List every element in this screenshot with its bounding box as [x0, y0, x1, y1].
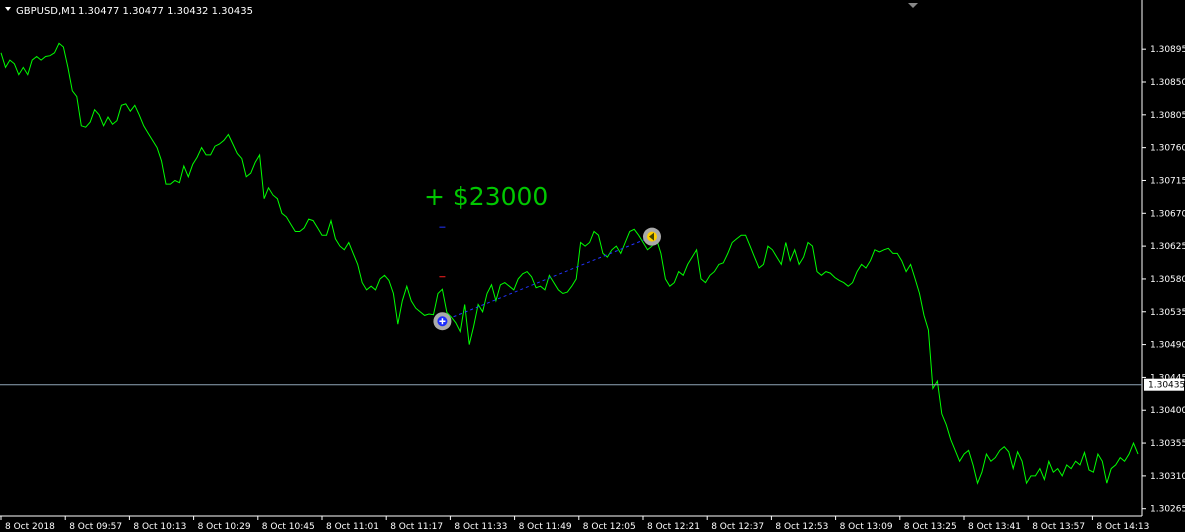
y-tick-label: 1.30310 — [1150, 472, 1185, 482]
x-tick-label: 8 Oct 11:49 — [519, 522, 572, 532]
y-tick-label: 1.30760 — [1150, 144, 1185, 154]
chart-background — [0, 0, 1185, 532]
ohlc-label: 1.30477 1.30477 1.30432 1.30435 — [78, 6, 253, 17]
x-tick-label: 8 Oct 12:53 — [775, 522, 828, 532]
y-tick-label: 1.30580 — [1150, 275, 1185, 285]
x-tick-label: 8 Oct 12:21 — [647, 522, 700, 532]
chart-window[interactable]: 1.30895 1.30850 1.30805 1.30760 1.30715 1.306… — [0, 0, 1185, 532]
y-tick-label: 1.30805 — [1150, 111, 1185, 121]
y-tick-label: 1.30355 — [1150, 439, 1185, 449]
y-tick-label: 1.30265 — [1150, 505, 1185, 515]
x-tick-label: 8 Oct 11:33 — [454, 522, 507, 532]
x-tick-label: 8 Oct 13:57 — [1032, 522, 1085, 532]
x-tick-label: 8 Oct 10:45 — [262, 522, 315, 532]
x-tick-label: 8 Oct 10:29 — [198, 522, 251, 532]
x-tick-label: 8 Oct 13:41 — [968, 522, 1021, 532]
x-tick-label: 8 Oct 13:25 — [904, 522, 957, 532]
x-tick-label: 8 Oct 2018 — [5, 522, 55, 532]
profit-label: + $23000 — [424, 182, 548, 211]
x-tick-label: 8 Oct 12:05 — [583, 522, 636, 532]
y-tick-label: 1.30895 — [1150, 45, 1185, 55]
x-tick-label: 8 Oct 09:57 — [69, 522, 122, 532]
y-tick-label: 1.30625 — [1150, 242, 1185, 252]
x-tick-label: 8 Oct 12:37 — [711, 522, 764, 532]
current-price-label: 1.30435 — [1148, 381, 1185, 391]
x-tick-label: 8 Oct 10:13 — [133, 522, 186, 532]
y-tick-label: 1.30670 — [1150, 209, 1185, 219]
symbol-label: GBPUSD,M1 — [16, 6, 76, 17]
y-tick-label: 1.30715 — [1150, 176, 1185, 186]
x-tick-label: 8 Oct 13:09 — [840, 522, 893, 532]
y-tick-label: 1.30400 — [1150, 406, 1185, 416]
y-tick-label: 1.30535 — [1150, 308, 1185, 318]
y-tick-label: 1.30850 — [1150, 78, 1185, 88]
x-tick-label: 8 Oct 11:17 — [390, 522, 443, 532]
y-tick-label: 1.30490 — [1150, 341, 1185, 351]
x-tick-label: 8 Oct 14:13 — [1096, 522, 1149, 532]
x-tick-label: 8 Oct 11:01 — [326, 522, 379, 532]
